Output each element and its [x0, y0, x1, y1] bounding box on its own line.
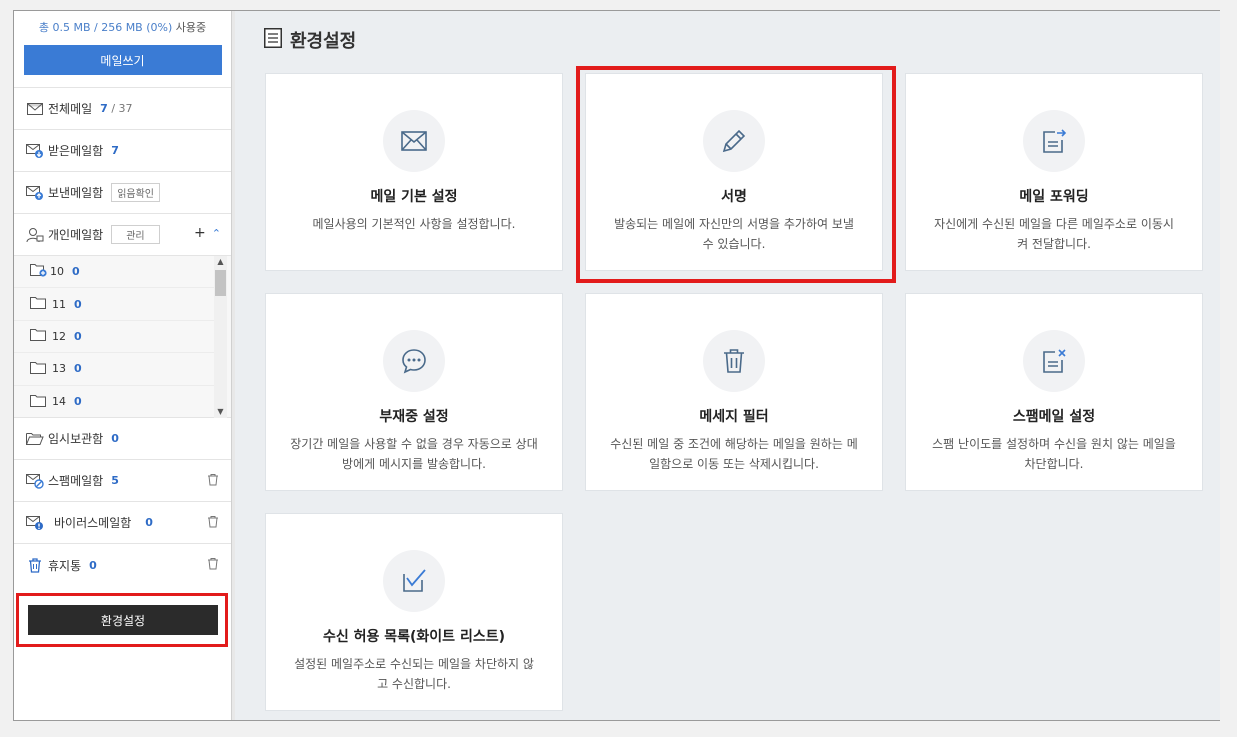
sidebar: 총 0.5 MB / 256 MB (0%) 사용중 메일쓰기 전체메일 7 /…: [14, 11, 232, 720]
folder-item[interactable]: 12 0: [14, 321, 214, 354]
sent-icon: [26, 185, 44, 201]
app-frame: 총 0.5 MB / 256 MB (0%) 사용중 메일쓰기 전체메일 7 /…: [13, 10, 1220, 721]
checkbox-icon: [383, 550, 445, 612]
read-receipt-button[interactable]: 읽음확인: [111, 183, 161, 202]
folder-item[interactable]: 10 0: [14, 256, 214, 289]
folder-scrollbar[interactable]: ▲ ▼: [214, 256, 227, 418]
envelope-icon: [26, 101, 44, 117]
scroll-thumb[interactable]: [215, 270, 226, 296]
forward-icon: [1023, 110, 1085, 172]
folder-item[interactable]: 13 0: [14, 353, 214, 386]
mailbox-all[interactable]: 전체메일 7 / 37: [14, 88, 231, 130]
folder-item[interactable]: 14 0: [14, 386, 214, 418]
trash-icon: [703, 330, 765, 392]
settings-button-highlight: 환경설정: [16, 593, 228, 647]
folder-icon: [30, 328, 46, 344]
folder-add-icon: [30, 263, 48, 280]
card-signature[interactable]: 서명 발송되는 메일에 자신만의 서명을 추가하여 보낼 수 있습니다.: [585, 73, 883, 271]
empty-spam-trash-icon[interactable]: [207, 473, 219, 489]
mailbox-sent[interactable]: 보낸메일함 읽음확인: [14, 172, 231, 214]
mailbox-personal[interactable]: 개인메일함 관리 + ⌃: [14, 214, 231, 256]
settings-panel: 환경설정 메일 기본 설정 메일사용의 기본적인 사항을 설정합니다. 서명 발…: [235, 11, 1220, 720]
folder-icon: [30, 296, 46, 312]
compose-button[interactable]: 메일쓰기: [23, 45, 222, 75]
virus-mail-icon: [26, 515, 44, 531]
chat-bubble-icon: [383, 330, 445, 392]
page-title: 환경설정: [264, 27, 356, 53]
card-mail-forwarding[interactable]: 메일 포워딩 자신에게 수신된 메일을 다른 메일주소로 이동시켜 전달합니다.: [905, 73, 1203, 271]
mailbox-inbox[interactable]: 받은메일함 7: [14, 130, 231, 172]
card-spam-settings[interactable]: 스팸메일 설정 스팸 난이도를 설정하며 수신을 원치 않는 메일을 차단합니다…: [905, 293, 1203, 491]
scroll-down-arrow-icon[interactable]: ▼: [214, 406, 227, 418]
spam-mail-icon: [26, 473, 44, 489]
card-whitelist[interactable]: 수신 허용 목록(화이트 리스트) 설정된 메일주소로 수신되는 메일을 차단하…: [265, 513, 563, 711]
mailbox-all-count: 7 / 37: [100, 102, 133, 115]
empty-virus-trash-icon[interactable]: [207, 515, 219, 531]
collapse-folders-button[interactable]: ⌃: [212, 225, 221, 243]
settings-button[interactable]: 환경설정: [28, 605, 218, 635]
manage-folders-button[interactable]: 관리: [111, 225, 160, 244]
card-mail-basic-settings[interactable]: 메일 기본 설정 메일사용의 기본적인 사항을 설정합니다.: [265, 73, 563, 271]
mailbox-spam[interactable]: 스팸메일함 5: [14, 460, 231, 502]
add-folder-button[interactable]: +: [194, 225, 206, 243]
folder-icon: [30, 394, 46, 410]
envelope-icon: [383, 110, 445, 172]
scroll-up-arrow-icon[interactable]: ▲: [214, 256, 227, 268]
mailbox-trash[interactable]: 휴지통 0: [14, 544, 231, 586]
trash-bin-icon: [26, 557, 44, 573]
card-out-of-office[interactable]: 부재중 설정 장기간 메일을 사용할 수 없을 경우 자동으로 상대방에게 메시…: [265, 293, 563, 491]
document-list-icon: [264, 27, 282, 53]
mailbox-inbox-count: 7: [111, 144, 119, 157]
spam-icon: [1023, 330, 1085, 392]
storage-usage: 총 0.5 MB / 256 MB (0%) 사용중: [38, 21, 207, 34]
open-folder-icon: [26, 431, 44, 447]
card-message-filter[interactable]: 메세지 필터 수신된 메일 중 조건에 해당하는 메일을 원하는 메일함으로 이…: [585, 293, 883, 491]
inbox-icon: [26, 143, 44, 159]
personal-folder-list: 10 0 11 0 12 0 13 0 14 0 ▲ ▼: [14, 256, 231, 418]
mailbox-virus[interactable]: 바이러스메일함 0: [14, 502, 231, 544]
mailbox-drafts[interactable]: 임시보관함 0: [14, 418, 231, 460]
person-folder-icon: [26, 227, 44, 243]
empty-trash-icon[interactable]: [207, 557, 219, 573]
folder-icon: [30, 361, 46, 377]
folder-item[interactable]: 11 0: [14, 288, 214, 321]
pencil-icon: [703, 110, 765, 172]
